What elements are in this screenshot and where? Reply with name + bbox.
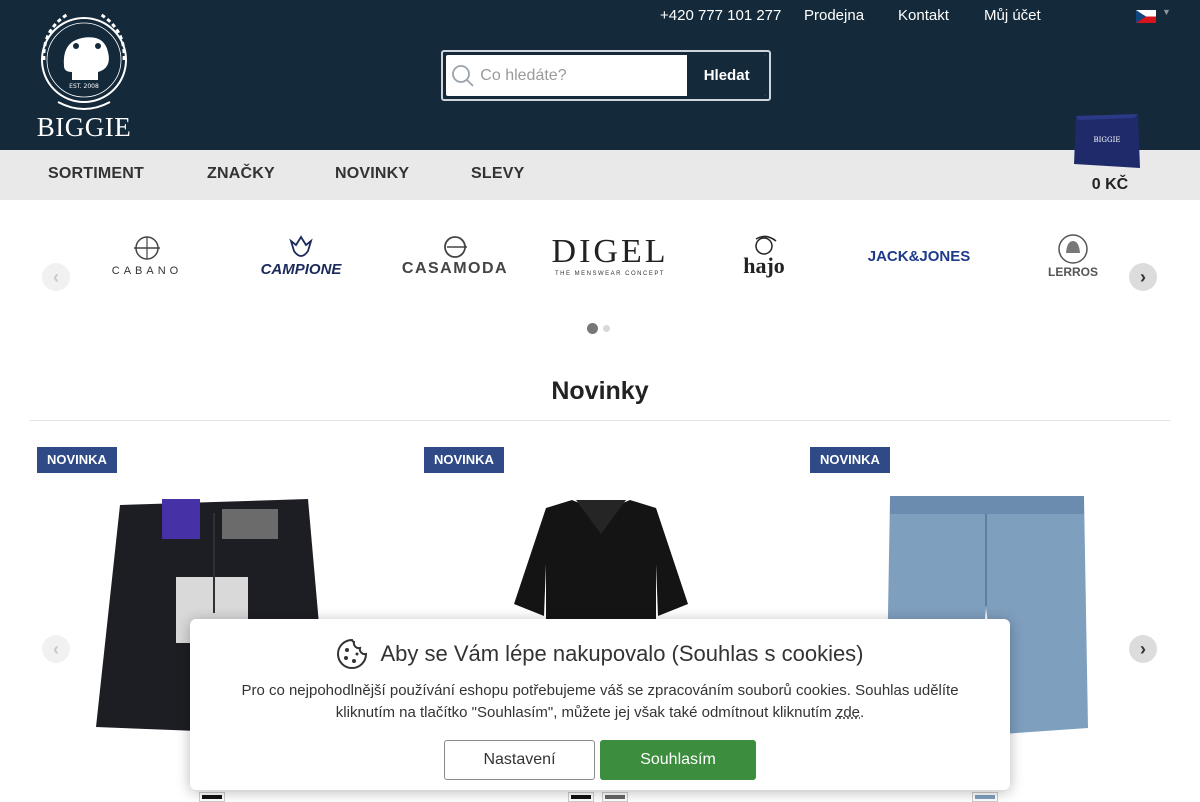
cookie-reject-link[interactable]: zde: [836, 704, 860, 721]
brand-digel[interactable]: DIGEL THE MENSWEAR CONCEPT: [552, 228, 668, 284]
carousel-dot[interactable]: [603, 325, 610, 332]
cookie-settings-button[interactable]: Nastavení: [444, 740, 595, 780]
search-icon: [446, 55, 480, 96]
cookie-title: Aby se Vám lépe nakupovalo (Souhlas s co…: [380, 641, 864, 666]
color-swatch[interactable]: [199, 792, 225, 802]
color-swatch[interactable]: [568, 792, 594, 802]
search-bar: Hledat: [441, 50, 771, 101]
products-prev-button[interactable]: ‹: [42, 635, 70, 663]
brand-casamoda[interactable]: CASAMODA: [398, 228, 512, 284]
language-chevron-icon[interactable]: ▼: [1162, 7, 1171, 17]
phone-link[interactable]: +420 777 101 277: [660, 7, 781, 24]
cart-total[interactable]: 0 KČ: [1080, 176, 1140, 194]
brand-cabano[interactable]: CABANO: [102, 228, 192, 284]
product-badge: NOVINKA: [810, 447, 890, 473]
link-prodejna[interactable]: Prodejna: [804, 7, 864, 24]
product-badge: NOVINKA: [37, 447, 117, 473]
section-divider: [30, 420, 1170, 421]
brands-prev-button[interactable]: ‹: [42, 263, 70, 291]
section-title: Novinky: [551, 377, 649, 405]
search-input[interactable]: [480, 55, 688, 96]
product-badge: NOVINKA: [424, 447, 504, 473]
color-swatch[interactable]: [972, 792, 998, 802]
shopping-bag-icon[interactable]: BIGGIE: [1072, 110, 1142, 170]
svg-text:BIGGIE: BIGGIE: [1094, 136, 1121, 144]
hajo-logo-icon: [755, 235, 777, 255]
brands-next-button[interactable]: ›: [1129, 263, 1157, 291]
carousel-dot-active[interactable]: [587, 323, 598, 334]
cookie-consent-dialog: Aby se Vám lépe nakupovalo (Souhlas s co…: [190, 619, 1010, 790]
top-links: +420 777 101 277 Prodejna Kontakt Můj úč…: [0, 7, 1200, 27]
cabano-logo-icon: [134, 236, 160, 260]
logo-wordmark[interactable]: BIGGIE: [28, 112, 140, 143]
search-button[interactable]: Hledat: [687, 55, 766, 96]
svg-text:EST. 2008: EST. 2008: [69, 83, 99, 90]
cookie-accept-button[interactable]: Souhlasím: [600, 740, 756, 780]
cookie-header: Aby se Vám lépe nakupovalo (Souhlas s co…: [190, 638, 1010, 670]
main-nav: SORTIMENT ZNAČKY NOVINKY SLEVY: [0, 150, 1200, 200]
link-kontakt[interactable]: Kontakt: [898, 7, 949, 24]
brand-campione[interactable]: CAMPIONE: [248, 228, 354, 284]
nav-sortiment[interactable]: SORTIMENT: [48, 165, 144, 183]
nav-novinky[interactable]: NOVINKY: [335, 165, 409, 183]
czech-flag-icon[interactable]: [1136, 10, 1156, 23]
brand-hajo[interactable]: hajo: [734, 228, 794, 284]
products-next-button[interactable]: ›: [1129, 635, 1157, 663]
brand-lerros[interactable]: LERROS: [1044, 228, 1102, 284]
link-muj-ucet[interactable]: Můj účet: [984, 7, 1041, 24]
cookie-text: Pro co nejpohodlnější používání eshopu p…: [241, 682, 959, 721]
color-swatch[interactable]: [602, 792, 628, 802]
brand-jack-jones[interactable]: JACK&JONES: [860, 228, 978, 284]
campione-logo-icon: [289, 234, 313, 257]
site-header: EST. 2008 BIGGIE +420 777 101 277 Prodej…: [0, 0, 1200, 150]
cookie-icon: [337, 638, 368, 669]
casamoda-logo-icon: [444, 236, 467, 258]
nav-slevy[interactable]: SLEVY: [471, 165, 524, 183]
nav-znacky[interactable]: ZNAČKY: [207, 165, 275, 183]
lerros-logo-icon: [1058, 234, 1088, 264]
